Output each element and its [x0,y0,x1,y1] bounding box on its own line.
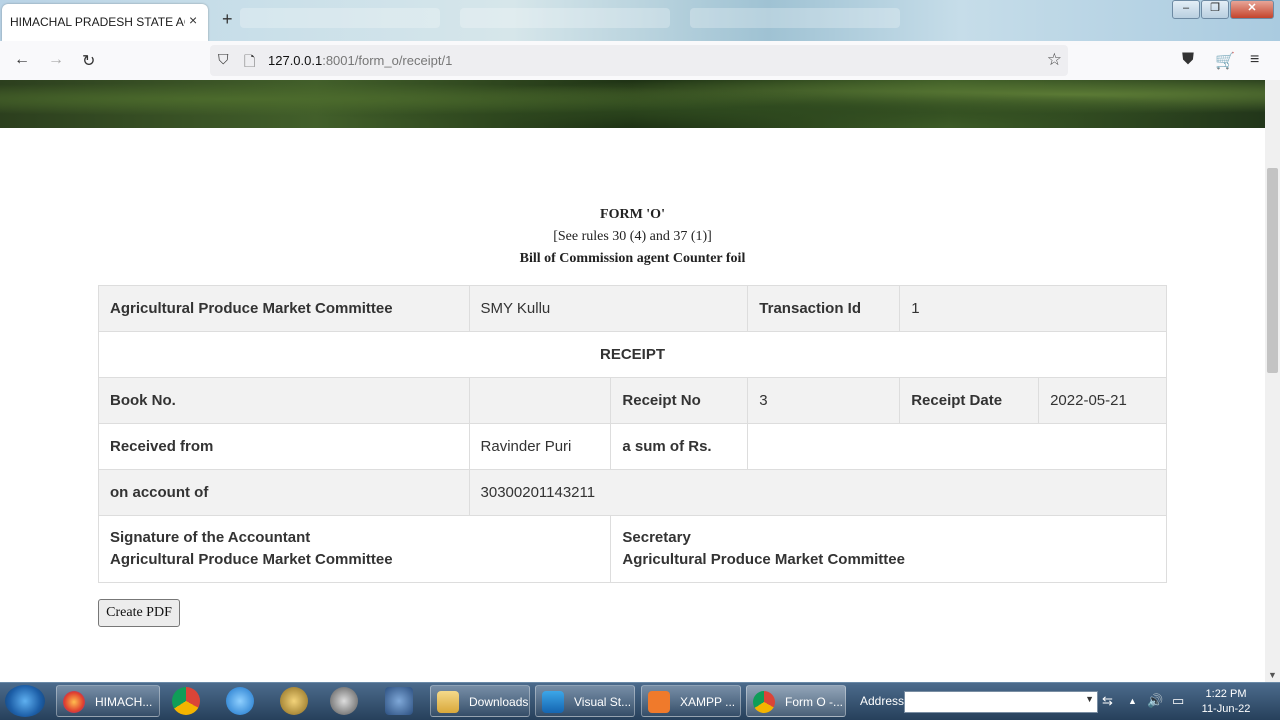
taskbar-item-label: XAMPP ... [680,695,736,709]
address-toolbar-label: Address [860,694,905,708]
table-row: on account of 30300201143211 [98,469,1168,516]
address-toolbar-input[interactable]: ▼ [904,691,1098,713]
vscode-icon [542,691,564,713]
receipt-table: Agricultural Produce Market Committee SM… [97,285,1168,583]
table-row: Received from Ravinder Puri a sum of Rs. [98,423,1167,470]
start-button-icon[interactable] [5,685,45,717]
system-clock[interactable]: 1:22 PM 11-Jun-22 [1196,687,1256,717]
taskbar-item-vscode[interactable]: Visual St... [535,685,635,717]
chevron-down-icon[interactable]: ▼ [1085,694,1094,704]
tray-expand-icon[interactable]: ▲ [1128,696,1137,706]
url-path: :8001/form_o/receipt/1 [322,53,453,68]
taskbar-item-label: Visual St... [574,695,632,709]
page-viewport: FORM 'O' [See rules 30 (4) and 37 (1)] B… [0,80,1265,682]
chess-icon[interactable] [330,687,358,715]
chrome-icon [753,691,775,713]
transaction-id-label: Transaction Id [747,285,901,332]
taskbar-item-label: HIMACH... [95,695,153,709]
book-no-label: Book No. [98,377,470,424]
shield-icon[interactable]: ⛉ [218,51,229,68]
receipt-no-label: Receipt No [610,377,749,424]
browser-tab-active[interactable]: HIMACHAL PRADESH STATE AGRIC × [2,4,208,41]
sum-value [747,423,1167,470]
background-tab[interactable] [460,8,670,28]
receipt-date-label: Receipt Date [899,377,1040,424]
received-from-label: Received from [98,423,470,470]
transaction-id-value: 1 [899,285,1167,332]
sum-label: a sum of Rs. [610,423,749,470]
table-row: Book No. Receipt No 3 Receipt Date 2022-… [98,377,1167,424]
header-banner-image [0,80,1265,128]
apmc-label: Agricultural Produce Market Committee [98,285,470,332]
folder-icon [437,691,459,713]
back-arrow-icon[interactable]: ← [14,51,30,69]
close-icon[interactable]: × [189,12,197,28]
create-pdf-button[interactable]: Create PDF [98,599,180,627]
taskbar-item-label: Form O -... [785,695,843,709]
accountant-signature-title: Signature of the Accountant [110,529,311,546]
cart-icon[interactable]: 🛒 [1215,51,1235,71]
taskbar-item-downloads[interactable]: Downloads [430,685,530,717]
background-tab[interactable] [690,8,900,28]
receipt-no-value: 3 [747,377,901,424]
new-tab-icon[interactable]: + [222,9,233,30]
scrollbar-thumb[interactable] [1267,168,1278,373]
url-text[interactable]: 127.0.0.1:8001/form_o/receipt/1 [268,53,452,68]
forward-arrow-icon[interactable]: → [48,51,64,69]
minimize-icon[interactable]: – [1172,0,1200,19]
window-close-icon[interactable]: ✕ [1230,0,1274,19]
form-title: FORM 'O' [600,207,665,222]
form-rules: [See rules 30 (4) and 37 (1)] [553,229,712,244]
window-controls: – ❐ ✕ [1171,0,1274,19]
taskbar-item-label: Downloads [469,695,529,709]
secretary-signature-title: Secretary [622,529,691,546]
go-arrow-icon[interactable]: ⇆ [1102,693,1113,709]
receipt-heading: RECEIPT [98,331,1167,378]
secretary-signature-committee: Agricultural Produce Market Committee [622,551,905,568]
pocket-icon[interactable]: ⛊ [1182,51,1194,69]
bookmark-star-icon[interactable]: ☆ [1047,50,1062,70]
firefox-icon [63,691,85,713]
xampp-icon [648,691,670,713]
tab-title: HIMACHAL PRADESH STATE AGRIC [10,15,185,29]
receipt-date-value: 2022-05-21 [1038,377,1167,424]
table-row: Agricultural Produce Market Committee SM… [98,285,1167,332]
background-tab[interactable] [240,8,440,28]
url-bar[interactable]: ⛉ 🗋 127.0.0.1:8001/form_o/receipt/1 ☆ [210,45,1068,76]
internet-explorer-icon[interactable] [226,687,254,715]
apmc-value: SMY Kullu [468,285,749,332]
table-row: Signature of the Accountant Agricultural… [97,515,1167,583]
scroll-down-icon[interactable]: ▼ [1268,670,1277,680]
url-host: 127.0.0.1 [268,53,323,68]
page-icon[interactable]: 🗋 [244,51,255,75]
app-icon[interactable] [280,687,308,715]
taskbar: HIMACH... Downloads Visual St... XAMPP .… [0,682,1280,720]
received-from-value: Ravinder Puri [468,423,612,470]
taskbar-item-xampp[interactable]: XAMPP ... [641,685,741,717]
navigation-bar: ← → ↻ ⛉ 🗋 127.0.0.1:8001/form_o/receipt/… [0,41,1280,81]
reload-icon[interactable]: ↻ [82,51,95,71]
book-no-value [468,377,612,424]
account-value: 30300201143211 [468,469,1168,516]
chrome-icon[interactable] [172,687,200,715]
secretary-signature: Secretary Agricultural Produce Market Co… [610,515,1167,583]
network-app-icon[interactable] [385,687,413,715]
browser-tab-strip: HIMACHAL PRADESH STATE AGRIC × + – ❐ ✕ [0,0,1280,41]
network-icon[interactable]: ▭ [1172,693,1184,709]
restore-icon[interactable]: ❐ [1201,0,1229,19]
speaker-icon[interactable]: 🔊 [1147,693,1163,709]
accountant-signature: Signature of the Accountant Agricultural… [97,515,612,583]
menu-icon[interactable]: ≡ [1250,51,1259,69]
page-scrollbar[interactable]: ▼ [1265,80,1280,682]
clock-date: 11-Jun-22 [1201,703,1251,715]
accountant-signature-committee: Agricultural Produce Market Committee [110,551,393,568]
clock-time: 1:22 PM [1205,688,1247,700]
account-label: on account of [98,469,470,516]
taskbar-item-chrome[interactable]: Form O -... [746,685,846,717]
form-heading: FORM 'O' [See rules 30 (4) and 37 (1)] B… [0,204,1265,270]
taskbar-item-firefox[interactable]: HIMACH... [56,685,160,717]
table-row: RECEIPT [98,331,1167,378]
form-subtitle: Bill of Commission agent Counter foil [519,251,746,266]
